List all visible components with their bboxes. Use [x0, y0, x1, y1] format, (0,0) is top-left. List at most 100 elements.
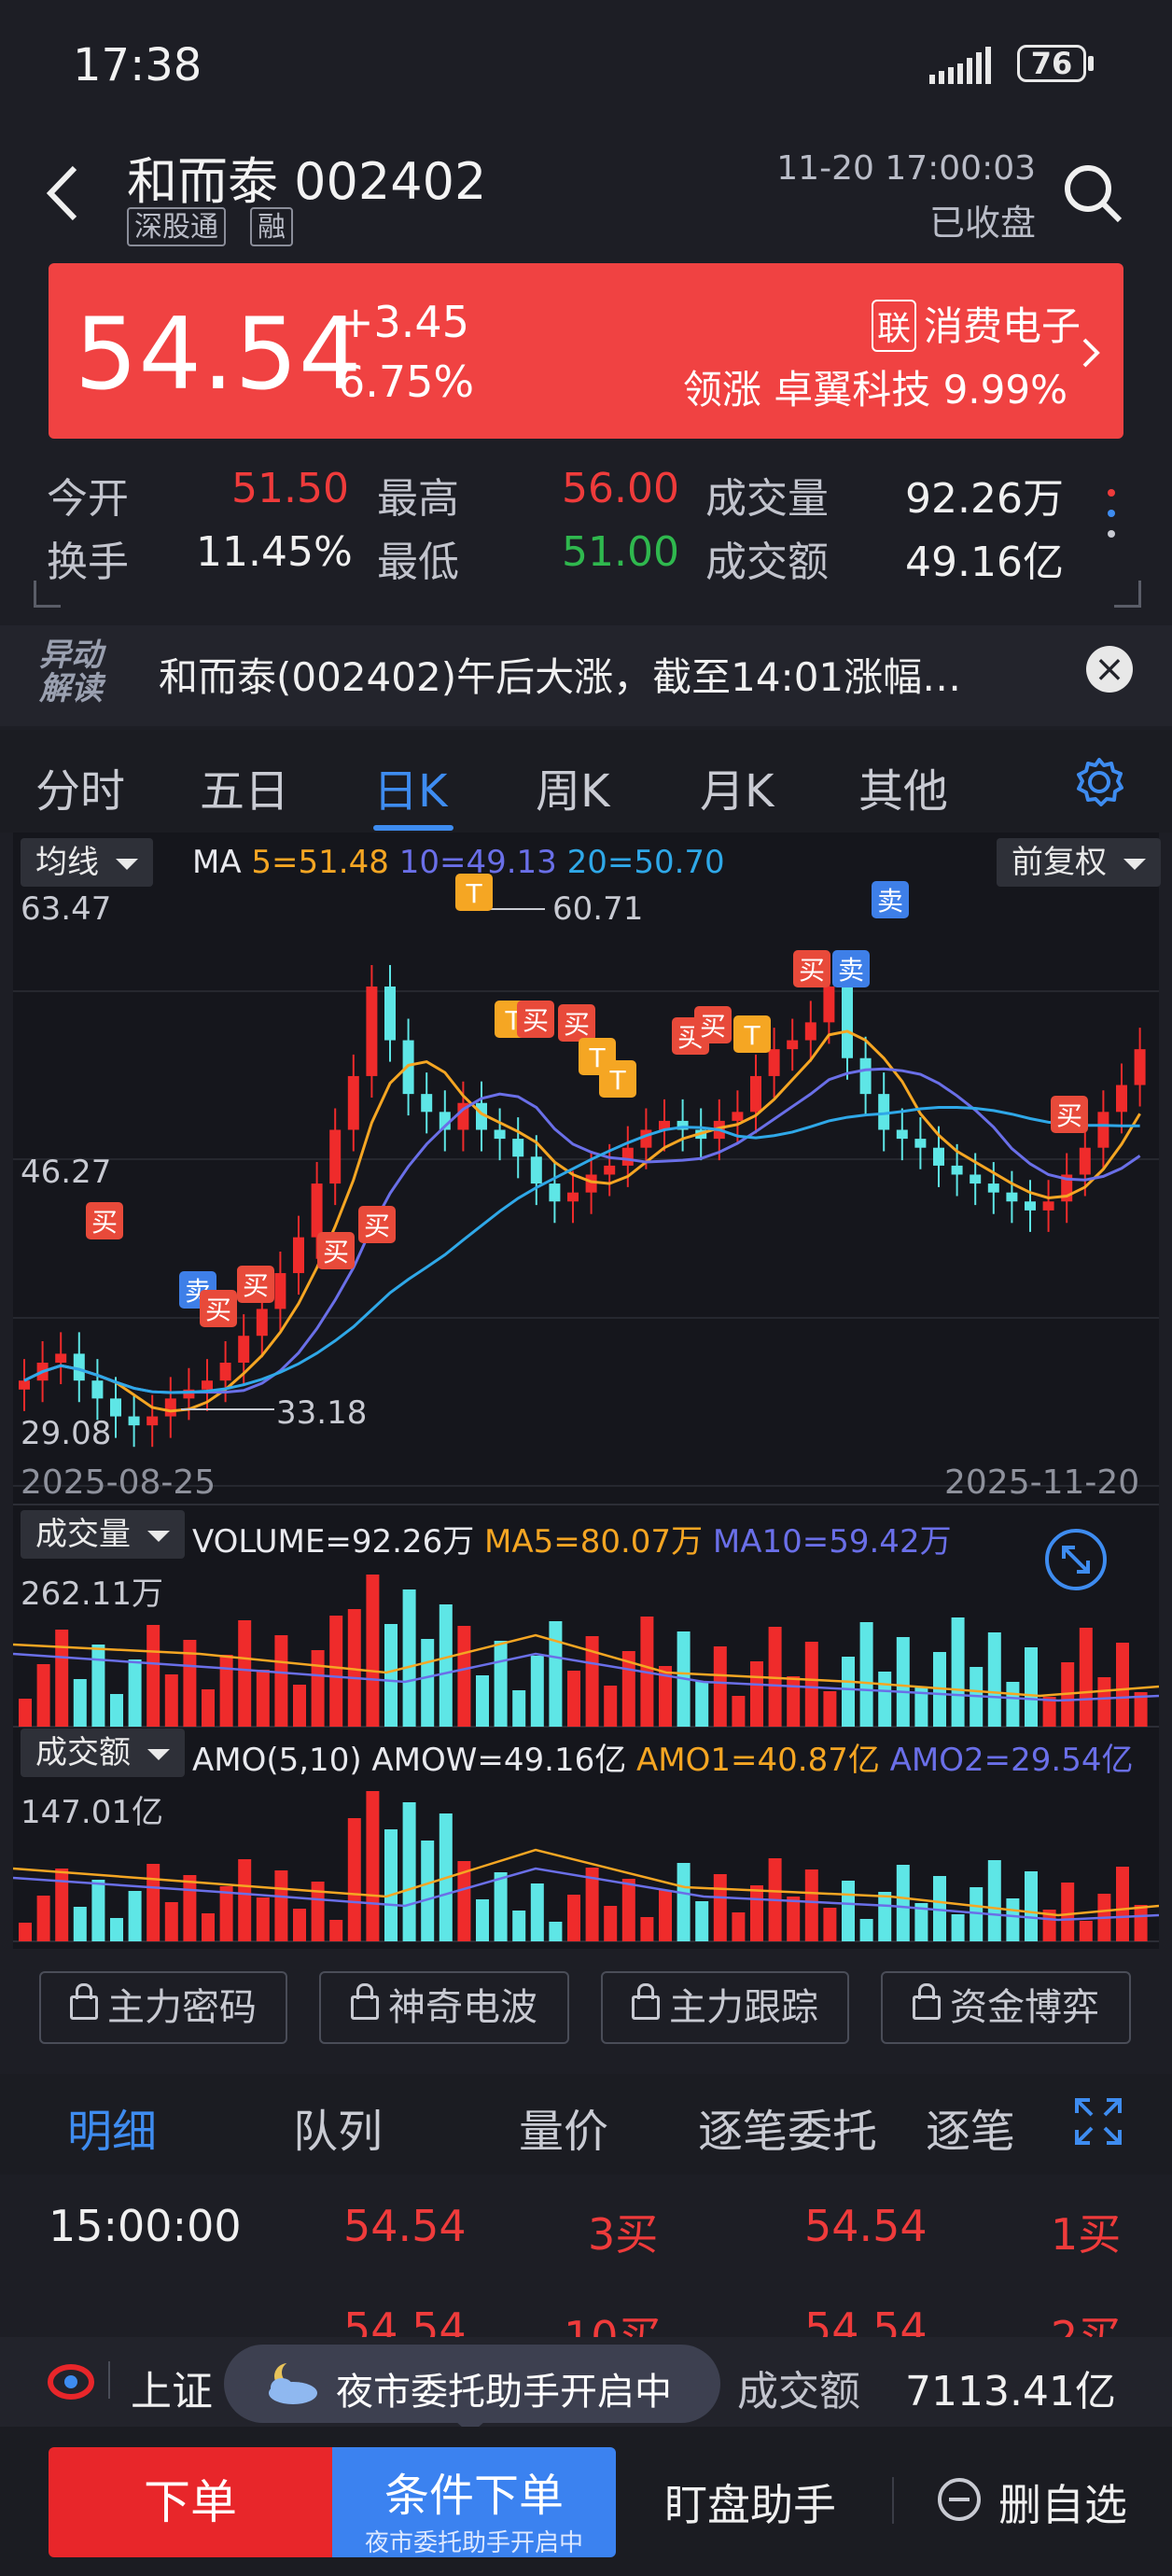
- volume-bar-7: [146, 1625, 160, 1727]
- amount-bar-30: [567, 1895, 580, 1941]
- trade-vol: 3买: [588, 2209, 659, 2260]
- volume-text: VOLUME=92.26万: [192, 1523, 475, 1561]
- candle-body-7: [146, 1416, 159, 1426]
- tag-margin: 融: [250, 207, 293, 246]
- tab-intraday[interactable]: 分时: [35, 754, 125, 819]
- last-price: 54.54: [75, 297, 363, 412]
- tab-five-day[interactable]: 五日: [200, 754, 289, 819]
- tool-main-track[interactable]: 主力跟踪: [601, 1971, 849, 2044]
- candle-body-26: [494, 1129, 506, 1140]
- tab-tick-by-tick[interactable]: 逐笔: [926, 2094, 1026, 2160]
- index-name: 上证: [131, 2368, 213, 2415]
- tag-shenguton: 深股通: [127, 207, 226, 246]
- volume-bar-60: [1116, 1643, 1129, 1727]
- fullscreen-icon[interactable]: [1073, 2096, 1123, 2147]
- volume-bar-4: [91, 1645, 105, 1727]
- amount-bar-43: [804, 1869, 818, 1941]
- adjust-dropdown[interactable]: 前复权: [997, 838, 1161, 887]
- candle-body-16: [311, 1183, 323, 1238]
- candle-body-34: [640, 1129, 652, 1148]
- night-toast-text: 夜市委托助手开启中: [336, 2371, 672, 2414]
- volume-bar-38: [713, 1646, 727, 1727]
- minus-circle-icon[interactable]: [937, 2477, 982, 2522]
- candle-body-60: [1116, 1085, 1127, 1113]
- conditional-order-button[interactable]: 条件下单 夜市委托助手开启中: [332, 2447, 616, 2557]
- tab-queue[interactable]: 队列: [293, 2094, 383, 2160]
- ma20-line: [23, 1106, 1140, 1394]
- search-icon[interactable]: [1060, 161, 1125, 226]
- ma10-value: 10=49.13: [398, 844, 557, 881]
- chevron-right-icon[interactable]: [1077, 334, 1105, 371]
- ma5-value: 5=51.48: [251, 844, 389, 881]
- amount-bar-5: [110, 1918, 123, 1941]
- volume-bar-15: [293, 1685, 306, 1727]
- tab-monthly-k[interactable]: 月K: [700, 754, 774, 819]
- tab-weekly-k[interactable]: 周K: [536, 754, 609, 819]
- candle-body-33: [621, 1147, 634, 1166]
- more-dots-icon[interactable]: [1107, 485, 1116, 551]
- ticker-divider: [108, 2361, 110, 2399]
- candle-body-18: [347, 1075, 359, 1130]
- volume-dropdown[interactable]: 成交量: [21, 1510, 185, 1559]
- news-text[interactable]: 和而泰(002402)午后大涨，截至14:01涨幅…: [159, 646, 961, 703]
- amount-bar-21: [402, 1802, 416, 1941]
- price-change: +3.45: [338, 297, 469, 347]
- cond-order-label: 条件下单: [384, 2470, 564, 2522]
- volume-bar-6: [128, 1659, 142, 1727]
- amount-bar-20: [384, 1829, 398, 1941]
- amount-bar-9: [183, 1875, 197, 1941]
- sector-info[interactable]: 联消费电子: [871, 295, 1081, 352]
- open-value: 51.50: [231, 465, 349, 512]
- tab-order-by-order[interactable]: 逐笔委托: [698, 2094, 877, 2160]
- tab-volume-price[interactable]: 量价: [519, 2094, 608, 2160]
- expand-chart-icon[interactable]: [1043, 1527, 1109, 1592]
- news-logo: 异动 解读: [39, 637, 103, 707]
- tab-daily-k[interactable]: 日K: [373, 754, 447, 819]
- candle-body-61: [1134, 1049, 1146, 1085]
- signal-label-6: T: [465, 878, 482, 909]
- close-icon[interactable]: ×: [1086, 646, 1133, 693]
- volume-bar-40: [750, 1661, 763, 1727]
- amount-bar-3: [73, 1907, 87, 1941]
- tool-fund-game[interactable]: 资金博弈: [881, 1971, 1131, 2044]
- volume-bar-2: [55, 1630, 69, 1727]
- volume-bar-17: [329, 1616, 343, 1727]
- volume-bar-25: [476, 1675, 489, 1727]
- action-divider: [892, 2477, 894, 2524]
- gear-icon[interactable]: [1073, 756, 1125, 808]
- volume-bar-13: [256, 1670, 270, 1727]
- volume-bar-23: [439, 1604, 453, 1727]
- order-button[interactable]: 下单: [49, 2447, 332, 2557]
- candle-body-48: [896, 1129, 908, 1140]
- amount-bar-11: [219, 1886, 233, 1941]
- candle-body-6: [128, 1416, 140, 1426]
- candle-body-30: [567, 1192, 579, 1202]
- tool-main-code[interactable]: 主力密码: [39, 1971, 287, 2044]
- amo1-value: AMO1=40.87亿: [636, 1742, 880, 1779]
- remove-watchlist-button[interactable]: 删自选: [998, 2471, 1127, 2533]
- candle-body-40: [750, 1075, 761, 1113]
- amount-bar-12: [238, 1859, 252, 1941]
- tab-other[interactable]: 其他: [858, 754, 948, 819]
- amount-bar-32: [604, 1906, 618, 1941]
- watch-helper-button[interactable]: 盯盘助手: [664, 2471, 836, 2533]
- amow-value: AMOW=49.16亿: [371, 1742, 627, 1779]
- tab-detail[interactable]: 明细: [67, 2094, 157, 2160]
- volume-bar-27: [512, 1690, 526, 1727]
- amount-bar-26: [494, 1872, 508, 1941]
- amount-dropdown[interactable]: 成交额: [21, 1729, 185, 1777]
- amount-bar-6: [128, 1891, 142, 1941]
- candle-body-39: [732, 1112, 744, 1121]
- amount-bar-36: [677, 1863, 691, 1941]
- sector-badge: 联: [871, 300, 916, 352]
- volume-bar-0: [19, 1699, 32, 1727]
- candle-body-50: [933, 1147, 944, 1166]
- back-icon[interactable]: [41, 161, 88, 226]
- volume-bar-47: [878, 1672, 892, 1727]
- sector-name: 消费电子: [923, 303, 1081, 349]
- tool-magic-wave[interactable]: 神奇电波: [319, 1971, 569, 2044]
- signal-label-14: T: [743, 1020, 760, 1051]
- turnover-value: 11.45%: [196, 528, 353, 576]
- candle-body-2: [55, 1353, 67, 1364]
- ma-dropdown[interactable]: 均线: [21, 838, 153, 887]
